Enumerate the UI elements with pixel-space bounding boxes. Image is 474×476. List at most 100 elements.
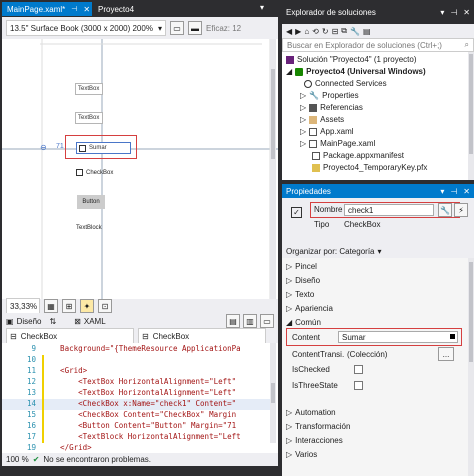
collapse-arrow-icon[interactable]: ▷	[300, 115, 306, 124]
split-vertical-icon[interactable]: ▥	[243, 314, 257, 328]
tree-item-solution[interactable]: Solución "Proyecto4" (1 proyecto)	[286, 54, 417, 65]
content-input[interactable]: Sumar	[338, 331, 458, 343]
chevron-down-icon: ▾	[157, 23, 162, 33]
landscape-icon[interactable]: ▬	[188, 21, 202, 35]
solution-tree: Solución "Proyecto4" (1 proyecto) ◢ Proy…	[282, 52, 474, 180]
zoom-level[interactable]: 100 %	[6, 455, 29, 464]
tree-item-connected-services[interactable]: Connected Services	[304, 78, 387, 89]
device-select[interactable]: 13.5" Surface Book (3000 x 2000) 200% es…	[6, 20, 166, 36]
properties-icon[interactable]: 🔧	[350, 27, 360, 36]
tree-item-key[interactable]: Proyecto4_TemporaryKey.pfx	[312, 162, 427, 173]
category-interactions[interactable]: ▷ Interacciones	[282, 434, 468, 446]
checkbox-square-icon	[79, 144, 86, 152]
expand-arrow-icon: ▷	[286, 449, 293, 459]
canvas-checkbox-2[interactable]: CheckBox	[76, 169, 113, 176]
code-scrollbar[interactable]	[270, 343, 276, 453]
manifest-file-icon	[312, 151, 320, 160]
sync-icon[interactable]: ⟲	[312, 27, 319, 36]
category-brush[interactable]: ▷ Pincel	[282, 260, 468, 272]
element-select-left[interactable]: ⊟ CheckBox	[6, 328, 134, 344]
snap-lines-icon[interactable]: ⊡	[98, 299, 112, 313]
portrait-icon[interactable]: ▭	[170, 21, 184, 35]
xaml-file-icon	[309, 139, 318, 148]
tree-item-app-xaml[interactable]: ▷ App.xaml	[300, 126, 354, 137]
preview-icon[interactable]: ▤	[363, 27, 371, 36]
canvas-checkbox-sumar[interactable]: Sumar	[76, 142, 131, 154]
events-icon[interactable]: ⚡	[454, 203, 468, 217]
collapse-pane-icon[interactable]: ▭	[260, 314, 274, 328]
tree-item-properties[interactable]: ▷ 🔧 Properties	[300, 90, 359, 101]
category-misc[interactable]: ▷ Varios	[282, 448, 468, 460]
home-icon[interactable]: ⌂	[304, 27, 309, 36]
category-appearance[interactable]: ▷ Apariencia	[282, 302, 468, 314]
effects-icon[interactable]: ✦	[80, 299, 94, 313]
swap-icon[interactable]: ⇅	[49, 317, 56, 326]
show-all-icon[interactable]: ⧉	[341, 26, 347, 36]
tab-design[interactable]: ▣ Diseño	[6, 317, 41, 326]
dropdown-icon[interactable]: ▾	[440, 187, 444, 196]
category-text[interactable]: ▷ Texto	[282, 288, 468, 300]
tree-scrollbar[interactable]	[468, 52, 474, 180]
grid-icon[interactable]: ▦	[44, 299, 58, 313]
editor-status-bar: 100 % ✔ No se encontraron problemas.	[2, 453, 278, 466]
sort-dropdown[interactable]: Organizar por: Categoría ▾	[282, 244, 474, 258]
expand-icon[interactable]: ◢	[286, 67, 292, 76]
pin-icon[interactable]: ⊣	[450, 8, 457, 17]
expand-arrow-icon: ▷	[286, 421, 293, 431]
category-automation[interactable]: ▷ Automation	[282, 406, 468, 418]
xaml-editor[interactable]: 9 Background="{ThemeResource Application…	[2, 343, 278, 453]
collapse-arrow-icon[interactable]: ▷	[300, 91, 306, 100]
tree-item-assets[interactable]: ▷ Assets	[300, 114, 344, 125]
ellipsis-button[interactable]: ...	[438, 347, 454, 361]
tree-item-project[interactable]: ◢ Proyecto4 (Universal Windows)	[286, 66, 426, 77]
collapse-arrow-icon[interactable]: ▷	[300, 127, 306, 136]
design-canvas[interactable]: TextBox TextBox Sumar ⊖ 71 CheckBox Butt…	[2, 39, 278, 299]
properties-scrollbar[interactable]	[468, 258, 474, 476]
canvas-button[interactable]: Button	[77, 195, 105, 209]
search-icon[interactable]: ⌕	[465, 40, 469, 50]
prop-content: Content Sumar	[282, 330, 468, 344]
wrench-icon[interactable]: 🔧	[438, 203, 452, 217]
close-icon[interactable]: ✕	[463, 8, 470, 17]
collapse-arrow-icon[interactable]: ▷	[300, 103, 306, 112]
close-icon[interactable]: ✕	[463, 187, 470, 196]
canvas-scrollbar[interactable]	[270, 39, 276, 299]
solution-search-input[interactable]: Buscar en Explorador de soluciones (Ctrl…	[282, 38, 474, 52]
link-icon: ⊖	[40, 143, 47, 152]
pin-icon[interactable]: ⊣	[450, 187, 457, 196]
tree-item-manifest[interactable]: Package.appxmanifest	[312, 150, 404, 161]
dropdown-icon[interactable]: ▾	[260, 3, 264, 12]
canvas-textbox-1[interactable]: TextBox	[75, 83, 103, 95]
category-common[interactable]: ◢ Común	[282, 316, 468, 328]
category-layout[interactable]: ▷ Diseño	[282, 274, 468, 286]
tab-mainpage-xaml[interactable]: MainPage.xaml* ⊣ ✕	[2, 2, 92, 16]
canvas-textbox-2[interactable]: TextBox	[75, 112, 103, 124]
split-horizontal-icon[interactable]: ▤	[226, 314, 240, 328]
name-input[interactable]: check1	[344, 204, 434, 216]
tree-item-mainpage-xaml[interactable]: ▷ MainPage.xaml	[300, 138, 375, 149]
ischecked-checkbox[interactable]	[354, 364, 363, 374]
property-marker-icon[interactable]	[450, 334, 455, 339]
canvas-textblock[interactable]: TextBlock	[76, 225, 102, 231]
tab-xaml[interactable]: ⊠ XAML	[74, 317, 106, 326]
back-icon[interactable]: ◀	[286, 27, 292, 36]
checkbox-square-icon	[76, 169, 83, 176]
element-select-right[interactable]: ⊟ CheckBox	[138, 328, 266, 344]
dropdown-icon[interactable]: ▾	[440, 8, 444, 17]
tree-item-references[interactable]: ▷ Referencias	[300, 102, 363, 113]
pin-icon[interactable]: ⊣	[71, 5, 77, 13]
change-marker	[42, 355, 44, 453]
close-icon[interactable]: ✕	[83, 5, 90, 14]
prop-content-transitions: ContentTransi... (Colección) ...	[282, 347, 468, 361]
forward-icon[interactable]: ▶	[295, 27, 301, 36]
collapse-arrow-icon: ◢	[286, 317, 293, 327]
collapse-all-icon[interactable]: ⊟	[332, 27, 339, 36]
category-transform[interactable]: ▷ Transformación	[282, 420, 468, 432]
refresh-icon[interactable]: ↻	[322, 27, 329, 36]
name-label: Nombre	[314, 205, 343, 214]
snap-icon[interactable]: ⊞	[62, 299, 76, 313]
isthreestate-checkbox[interactable]	[354, 380, 363, 390]
zoom-select[interactable]: 33,33%	[6, 298, 40, 314]
collapse-arrow-icon[interactable]: ▷	[300, 139, 306, 148]
tab-proyecto4[interactable]: Proyecto4	[94, 2, 149, 16]
